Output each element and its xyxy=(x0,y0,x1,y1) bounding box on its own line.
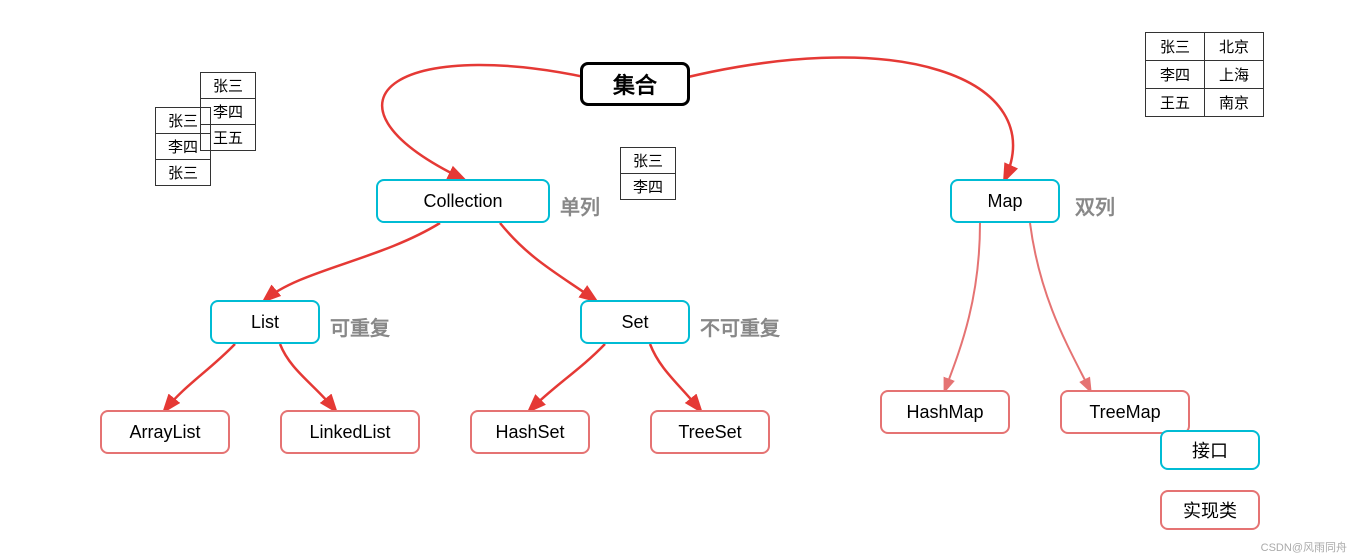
node-jihe: 集合 xyxy=(580,62,690,106)
list-table-front: 张三 李四 张三 xyxy=(155,107,211,186)
node-treemap: TreeMap xyxy=(1060,390,1190,434)
legend-interface-label: 接口 xyxy=(1192,437,1228,463)
node-hashmap: HashMap xyxy=(880,390,1010,434)
legend-interface-box: 接口 xyxy=(1160,430,1260,470)
label-double: 双列 xyxy=(1075,191,1115,220)
node-linkedlist: LinkedList xyxy=(280,410,420,454)
set-table: 张三 李四 xyxy=(620,147,676,200)
label-single: 单列 xyxy=(560,191,600,220)
list-front-row2: 李四 xyxy=(156,134,211,160)
node-collection: Collection xyxy=(376,179,550,223)
label-repeatable: 可重复 xyxy=(330,312,390,341)
map-row2-val: 上海 xyxy=(1205,61,1264,89)
node-hashset: HashSet xyxy=(470,410,590,454)
map-row1-key: 张三 xyxy=(1146,33,1205,61)
map-row1-val: 北京 xyxy=(1205,33,1264,61)
map-row2-key: 李四 xyxy=(1146,61,1205,89)
set-row2: 李四 xyxy=(621,174,676,200)
node-set: Set xyxy=(580,300,690,344)
map-row3-key: 王五 xyxy=(1146,89,1205,117)
diagram: 集合 Collection Map List Set HashMap TreeM… xyxy=(0,0,1352,560)
map-table: 张三 北京 李四 上海 王五 南京 xyxy=(1145,32,1264,117)
label-nonrepeatable: 不可重复 xyxy=(700,312,780,341)
node-arraylist: ArrayList xyxy=(100,410,230,454)
legend-impl-label: 实现类 xyxy=(1183,497,1237,523)
list-front-row3: 张三 xyxy=(156,160,211,186)
node-treeset: TreeSet xyxy=(650,410,770,454)
watermark: CSDN@风雨同舟 xyxy=(1261,539,1347,555)
list-front-row1: 张三 xyxy=(156,108,211,134)
node-list: List xyxy=(210,300,320,344)
list-back-row1: 张三 xyxy=(201,73,256,99)
set-row1: 张三 xyxy=(621,148,676,174)
node-map: Map xyxy=(950,179,1060,223)
map-row3-val: 南京 xyxy=(1205,89,1264,117)
legend-impl-box: 实现类 xyxy=(1160,490,1260,530)
